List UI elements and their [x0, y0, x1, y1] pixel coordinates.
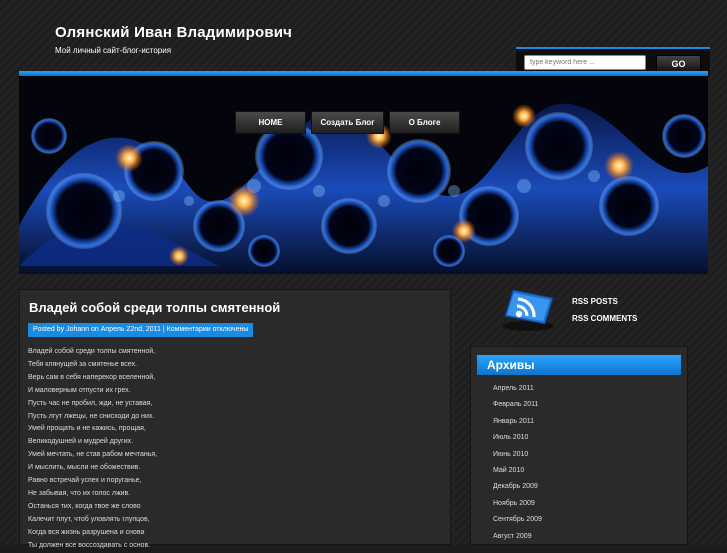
poem-line: Пусть лгут лжецы, не снисходи до них. — [28, 412, 155, 420]
archive-link[interactable]: Декабрь 2009 — [493, 479, 542, 495]
archives-title: Архивы — [477, 355, 681, 375]
poem-line: Верь сам в себя наперекор вселенной, — [28, 373, 156, 381]
poem-line: Когда вся жизнь разрушена и снова — [28, 528, 145, 536]
archives-widget: Архивы Апрель 2011 Февраль 2011 Январь 2… — [470, 346, 688, 545]
search-input[interactable] — [524, 55, 646, 70]
rss-comments-link[interactable]: RSS COMMENTS — [572, 314, 637, 323]
poem-line: Ты должен все воссоздавать с основ. — [28, 541, 151, 549]
poem-line: Останься тих, когда твое же слово — [28, 502, 141, 510]
poem-line: И маловерным отпусти их грех. — [28, 386, 131, 394]
poem-line: Умей прощать и не кажись, прощая, — [28, 425, 146, 433]
header-banner-image: HOME Создать Блог О Блоге — [19, 76, 708, 274]
site-description: Мой личный сайт-блог-история — [55, 46, 172, 55]
post-panel: Владей собой среди толпы смятенной Poste… — [19, 289, 451, 549]
archive-link[interactable]: Январь 2011 — [493, 414, 542, 430]
archive-link[interactable]: Ноябрь 2009 — [493, 496, 542, 512]
site-title[interactable]: Олянский Иван Владимирович — [55, 24, 292, 41]
rss-posts-link[interactable]: RSS POSTS — [572, 297, 618, 306]
poem-line: Владей собой среди толпы смятенной, — [28, 348, 156, 355]
archive-link[interactable]: Июнь 2010 — [493, 447, 542, 463]
nav-create-blog[interactable]: Создать Блог — [311, 111, 384, 134]
archive-link[interactable]: Апрель 2011 — [493, 381, 542, 397]
poem-line: Великодушней и мудрей других. — [28, 438, 134, 446]
fractal-artwork — [19, 76, 708, 274]
poem-line: Умей мечтать, не став рабом мечтанья, — [28, 451, 158, 459]
poem-line: И мыслить, мысли не обожествив. — [28, 464, 141, 472]
archive-link[interactable]: Май 2010 — [493, 463, 542, 479]
post-title[interactable]: Владей собой среди толпы смятенной — [29, 300, 280, 315]
nav-about-blog[interactable]: О Блоге — [389, 111, 460, 134]
archive-link[interactable]: Сентябрь 2009 — [493, 512, 542, 528]
post-meta: Posted by Johann on Апрель 22nd, 2011 | … — [28, 323, 254, 337]
archive-link[interactable]: Август 2009 — [493, 529, 542, 545]
poem-line: Пусть час не пробил, жди, не уставая, — [28, 399, 153, 407]
archive-link[interactable]: Февраль 2011 — [493, 397, 542, 413]
post-body: Владей собой среди толпы смятенной, Тебя… — [28, 346, 157, 553]
poem-line: Калечит плут, чтоб уловлять глупцов, — [28, 515, 150, 523]
poem-line: Равно встречай успех и поруганье, — [28, 477, 142, 485]
rss-icon[interactable] — [499, 286, 557, 337]
nav-home[interactable]: HOME — [235, 111, 306, 134]
poem-line: Не забывая, что их голос лжив. — [28, 489, 131, 497]
archive-link[interactable]: Июль 2010 — [493, 430, 542, 446]
archives-list: Апрель 2011 Февраль 2011 Январь 2011 Июл… — [493, 381, 542, 545]
poem-line: Тебя клянущей за смятенье всех. — [28, 360, 137, 368]
